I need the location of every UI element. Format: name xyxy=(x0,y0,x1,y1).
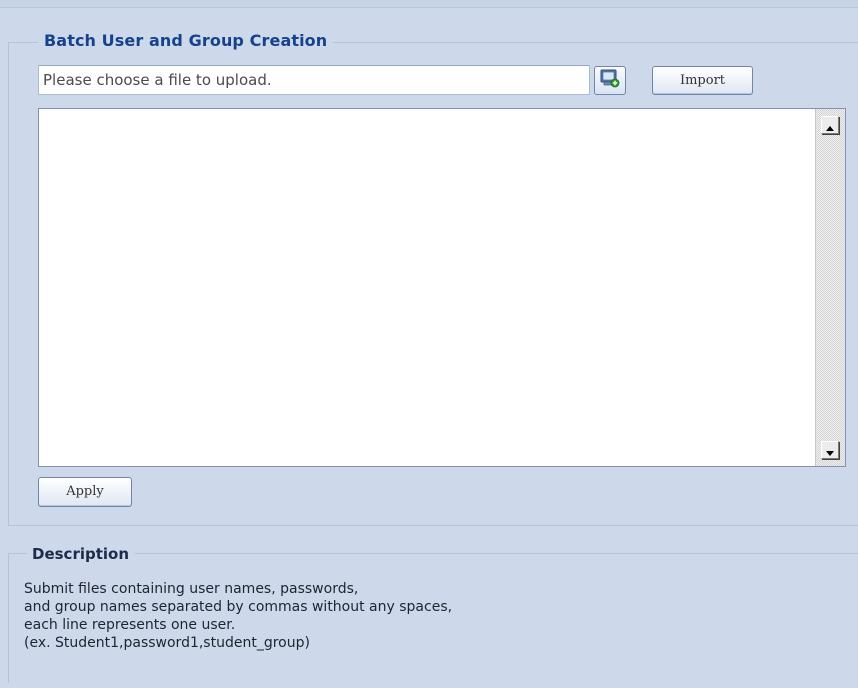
description-line: Submit files containing user names, pass… xyxy=(24,581,359,597)
browse-file-button[interactable] xyxy=(594,66,626,95)
browse-file-icon xyxy=(600,69,620,92)
apply-button[interactable]: Apply xyxy=(38,477,132,507)
triangle-up-icon xyxy=(826,116,834,135)
description-line: (ex. Student1,password1,student_group) xyxy=(24,635,310,651)
triangle-down-icon xyxy=(826,441,834,460)
file-path-input[interactable] xyxy=(38,65,590,95)
description-line: each line represents one user. xyxy=(24,617,236,633)
top-divider xyxy=(0,0,858,8)
description-line: and group names separated by commas with… xyxy=(24,599,453,615)
scroll-down-button[interactable] xyxy=(821,441,839,459)
batch-text-area[interactable] xyxy=(39,109,813,466)
vertical-scrollbar[interactable] xyxy=(815,109,845,466)
description-text: Submit files containing user names, pass… xyxy=(24,580,724,652)
scroll-up-button[interactable] xyxy=(821,116,839,134)
import-button[interactable]: Import xyxy=(652,66,753,95)
description-legend: Description xyxy=(27,543,136,565)
batch-text-area-frame xyxy=(38,108,846,467)
batch-creation-legend: Batch User and Group Creation xyxy=(38,30,334,52)
